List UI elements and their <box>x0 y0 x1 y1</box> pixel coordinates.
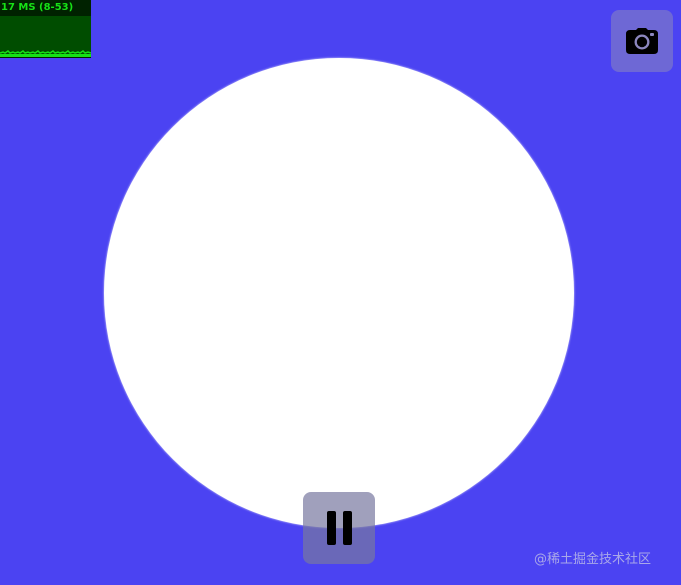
camera-icon <box>626 28 658 54</box>
pause-button[interactable] <box>303 492 375 564</box>
frame-time-graph <box>0 16 91 57</box>
pause-icon <box>323 511 355 545</box>
pause-bar-right <box>342 511 352 545</box>
pause-bar-left <box>326 511 336 545</box>
watermark: @稀土掘金技术社区 <box>534 552 652 567</box>
frame-time-graph-svg <box>0 16 91 57</box>
white-circle <box>104 58 574 528</box>
frame-time-readout: 17 MS (8-53) <box>1 2 74 13</box>
screenshot-button[interactable] <box>611 10 673 72</box>
stats-panel[interactable]: 17 MS (8-53) <box>0 0 91 58</box>
